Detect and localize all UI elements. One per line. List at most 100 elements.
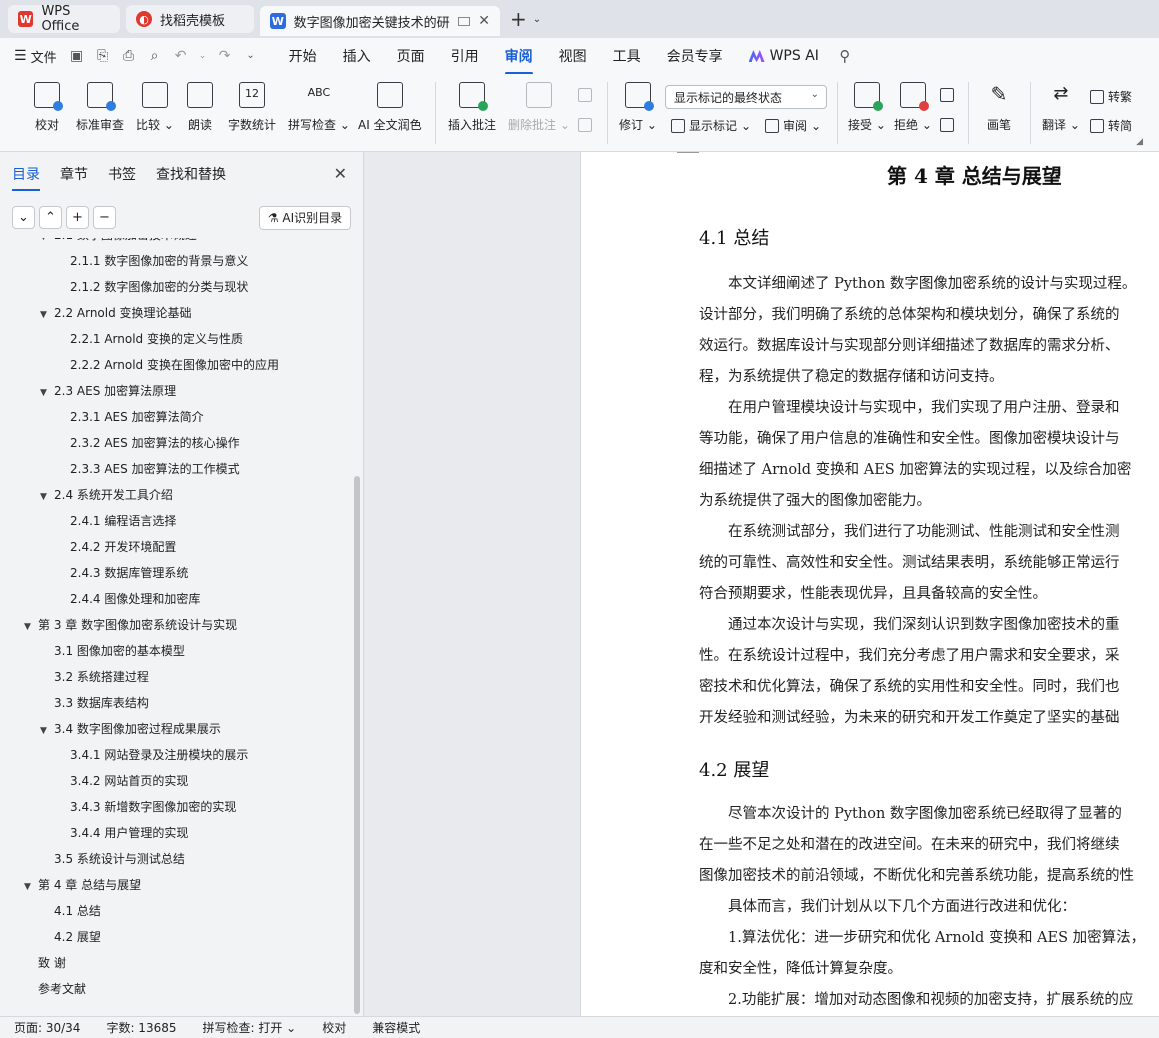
toc-item[interactable]: 2.4.4 图像处理和加密库 [56, 590, 200, 607]
next-comment-icon[interactable] [578, 118, 592, 132]
toc-item[interactable]: ▼ 2.2 Arnold 变换理论基础 [40, 304, 192, 321]
spell-check-status[interactable]: 拼写检查: 打开 ⌄ [203, 1019, 297, 1036]
new-tab-icon[interactable]: + [510, 7, 527, 31]
close-pane-icon[interactable]: ✕ [334, 164, 347, 183]
insert-comment-button[interactable]: 插入批注 [448, 82, 496, 133]
page-indicator[interactable]: 页面: 30/34 [14, 1019, 80, 1036]
tab-document[interactable]: W 数字图像加密关键技术的研究 ✕ [260, 6, 500, 36]
menu-tab-insert[interactable]: 插入 [343, 46, 371, 66]
menu-tab-review[interactable]: 审阅 [504, 46, 533, 75]
remove-heading-icon[interactable]: − [93, 206, 116, 229]
toc-item[interactable]: 3.2 系统搭建过程 [40, 668, 149, 685]
screen-icon[interactable] [458, 16, 471, 26]
toc-item[interactable]: ▼ 2.4 系统开发工具介绍 [40, 486, 173, 503]
ink-button[interactable]: ✎ 画笔 [986, 82, 1012, 133]
previous-comment-icon[interactable] [578, 88, 592, 102]
expand-triangle-icon[interactable]: ▼ [40, 388, 54, 398]
toc-item[interactable]: 2.3.3 AES 加密算法的工作模式 [56, 460, 240, 477]
markup-mode-dropdown[interactable]: 显示标记的最终状态 ⌄ [665, 85, 827, 109]
toc-item[interactable]: ▼ 第 3 章 数字图像加密系统设计与实现 [24, 616, 237, 633]
toc-item[interactable]: 2.4.2 开发环境配置 [56, 538, 176, 555]
print-icon[interactable]: ⎙ [121, 48, 137, 64]
spell-check-button[interactable]: ABC 拼写检查 ⌄ [288, 82, 350, 133]
toc-item[interactable]: 2.1.1 数字图像加密的背景与意义 [56, 252, 248, 269]
add-heading-icon[interactable]: + [66, 206, 89, 229]
close-tab-icon[interactable]: ✕ [478, 13, 490, 29]
expand-triangle-icon[interactable]: ▼ [40, 238, 54, 242]
save-icon[interactable]: ▣ [69, 48, 85, 64]
toc-item[interactable]: 2.1.2 数字图像加密的分类与现状 [56, 278, 248, 295]
toc-item[interactable]: 2.4.3 数据库管理系统 [56, 564, 188, 581]
tab-list-chevron-icon[interactable]: ⌄ [533, 14, 541, 25]
delete-comment-button[interactable]: 删除批注 ⌄ [508, 82, 570, 133]
track-changes-button[interactable]: 修订 ⌄ [619, 82, 657, 133]
expand-triangle-icon[interactable]: ▼ [24, 882, 38, 892]
read-aloud-button[interactable]: 朗读 [187, 82, 213, 133]
tab-bookmarks[interactable]: 书签 [108, 164, 136, 184]
toc-item[interactable]: 参考文献 [24, 980, 86, 997]
ai-toc-button[interactable]: ⚗ AI识别目录 [259, 206, 351, 230]
toc-item[interactable]: ▼ 3.4 数字图像加密过程成果展示 [40, 720, 221, 737]
toc-item[interactable]: 3.4.4 用户管理的实现 [56, 824, 188, 841]
toc-item[interactable]: ▼ 2.3 AES 加密算法原理 [40, 382, 176, 399]
menu-tab-view[interactable]: 视图 [559, 46, 587, 66]
expand-all-icon[interactable]: ⌄ [12, 206, 35, 229]
redo-icon[interactable]: ↷ [217, 48, 233, 64]
compare-button[interactable]: 比较 ⌄ [136, 82, 174, 133]
to-simplified-button[interactable]: 转简 [1090, 117, 1132, 134]
tab-wps-office[interactable]: W WPS Office [8, 4, 120, 34]
standard-review-button[interactable]: 标准审查 [76, 82, 124, 133]
document-page[interactable]: 第 4 章 总结与展望 4.1 总结 4.2 展望 本文详细阐述了 Python… [580, 152, 1159, 1016]
toc-item[interactable]: 3.4.3 新增数字图像加密的实现 [56, 798, 236, 815]
tab-find-replace[interactable]: 查找和替换 [156, 164, 226, 184]
expand-triangle-icon[interactable]: ▼ [40, 492, 54, 502]
toc-item[interactable]: 3.4.2 网站首页的实现 [56, 772, 188, 789]
menu-tab-tools[interactable]: 工具 [613, 46, 641, 66]
quick-access-chevron-icon[interactable]: ⌄ [243, 48, 259, 64]
file-menu[interactable]: ☰ 文件 [14, 47, 57, 66]
undo-dropdown-icon[interactable]: ⌄ [199, 48, 207, 64]
tab-sections[interactable]: 章节 [60, 164, 88, 184]
next-change-icon[interactable] [940, 118, 954, 132]
export-icon[interactable]: ⎘ [95, 48, 111, 64]
translate-button[interactable]: ⇄ 翻译 ⌄ [1042, 82, 1080, 133]
print-preview-icon[interactable]: ⌕ [147, 48, 163, 64]
toc-item[interactable]: 2.2.1 Arnold 变换的定义与性质 [56, 330, 243, 347]
proofread-status[interactable]: 校对 [322, 1019, 346, 1036]
menu-tab-page[interactable]: 页面 [397, 46, 425, 66]
menu-tab-home[interactable]: 开始 [289, 46, 317, 66]
to-traditional-button[interactable]: 转繁 [1090, 88, 1132, 105]
word-count-indicator[interactable]: 字数: 13685 [106, 1019, 176, 1036]
toc-item[interactable]: 4.2 展望 [40, 928, 101, 945]
undo-icon[interactable]: ↶ [173, 48, 189, 64]
toc-item[interactable]: ▼2.1 数字图像加密技术概述 [40, 238, 197, 243]
toc-item[interactable]: 4.1 总结 [40, 902, 101, 919]
word-count-button[interactable]: 12 字数统计 [228, 82, 276, 133]
toc-item[interactable]: 3.3 数据库表结构 [40, 694, 149, 711]
toc-item[interactable]: ▼ 第 4 章 总结与展望 [24, 876, 141, 893]
ai-proofread-button[interactable]: AI 全文润色 [358, 82, 422, 133]
reject-button[interactable]: 拒绝 ⌄ [894, 82, 932, 133]
review-pane-button[interactable]: 审阅 ⌄ [765, 117, 821, 134]
menu-tab-references[interactable]: 引用 [451, 46, 479, 66]
toc-item[interactable]: 2.4.1 编程语言选择 [56, 512, 176, 529]
wps-ai-button[interactable]: WPS AI [748, 48, 819, 64]
search-icon[interactable]: ⚲ [837, 48, 853, 64]
ribbon-expand-icon[interactable]: ◢ [1136, 137, 1143, 147]
expand-triangle-icon[interactable]: ▼ [24, 622, 38, 632]
show-markup-button[interactable]: 显示标记 ⌄ [671, 117, 751, 134]
toc-item[interactable]: 致 谢 [24, 954, 66, 971]
toc-item[interactable]: 3.4.1 网站登录及注册模块的展示 [56, 746, 248, 763]
previous-change-icon[interactable] [940, 88, 954, 102]
toc-item[interactable]: 2.3.1 AES 加密算法简介 [56, 408, 204, 425]
toc-item[interactable]: 2.3.2 AES 加密算法的核心操作 [56, 434, 240, 451]
expand-triangle-icon[interactable]: ▼ [40, 310, 54, 320]
accept-button[interactable]: 接受 ⌄ [848, 82, 886, 133]
tab-toc[interactable]: 目录 [12, 164, 40, 191]
toc-item[interactable]: 3.1 图像加密的基本模型 [40, 642, 185, 659]
toc-item[interactable]: 3.5 系统设计与测试总结 [40, 850, 185, 867]
toc-scrollbar[interactable] [354, 476, 360, 1014]
expand-triangle-icon[interactable]: ▼ [40, 726, 54, 736]
toc-item[interactable]: 2.2.2 Arnold 变换在图像加密中的应用 [56, 356, 279, 373]
tab-template[interactable]: ◐ 找稻壳模板 [126, 5, 254, 33]
